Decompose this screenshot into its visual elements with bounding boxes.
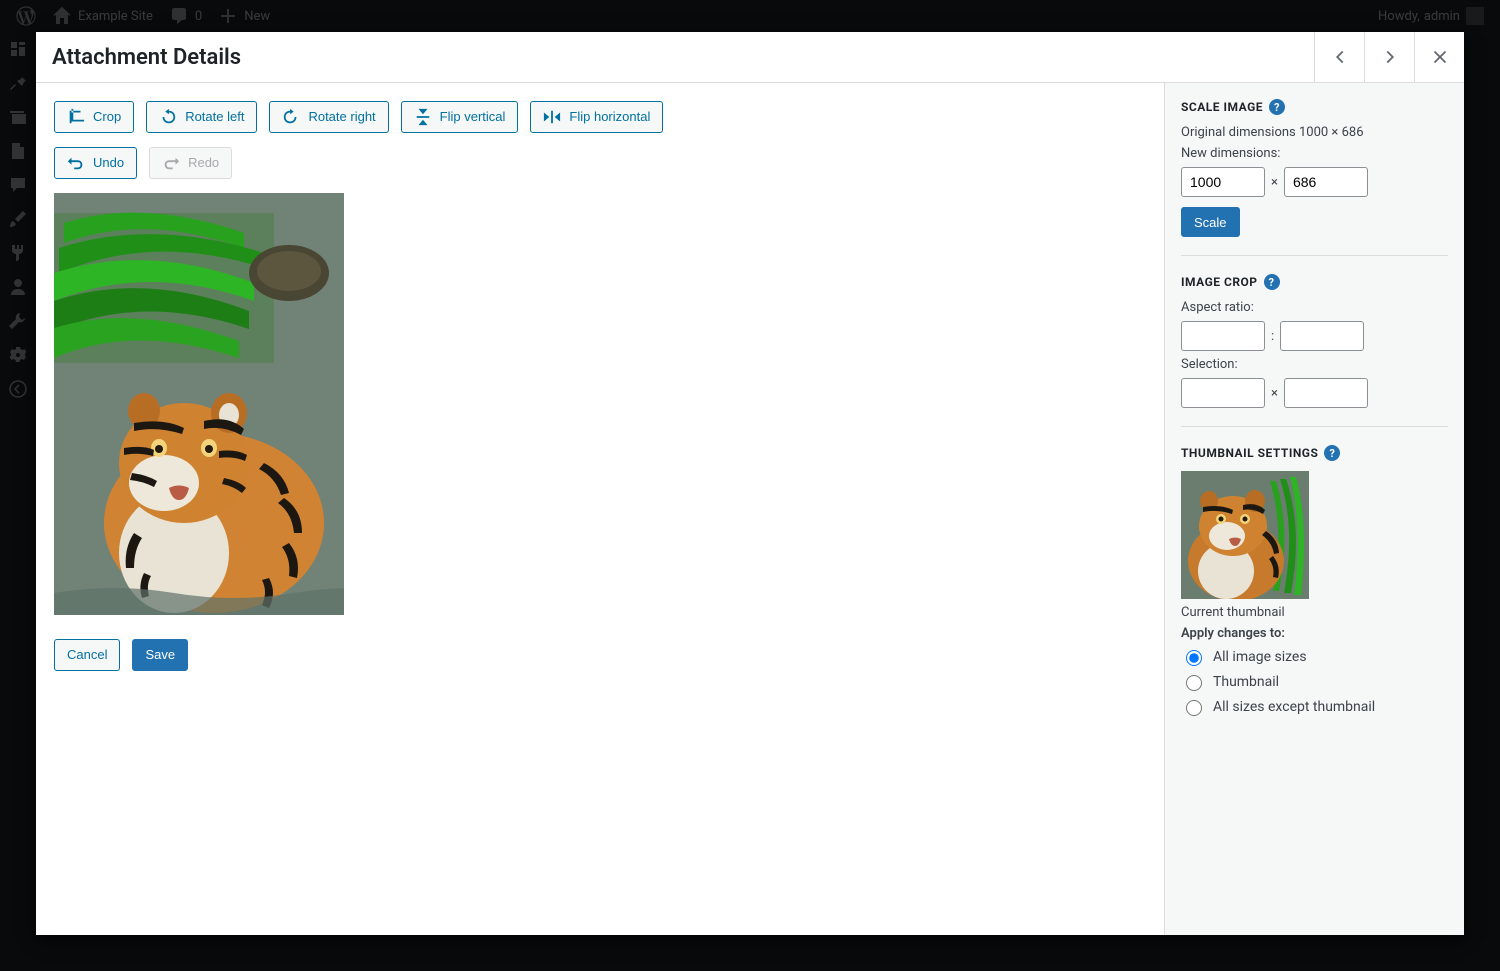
- scale-dimensions-row: ×: [1181, 167, 1448, 197]
- help-icon[interactable]: ?: [1264, 274, 1280, 290]
- radio-except-thumbnail[interactable]: All sizes except thumbnail: [1181, 697, 1448, 716]
- scale-width-input[interactable]: [1181, 167, 1265, 197]
- times-separator: ×: [1271, 175, 1278, 190]
- undo-icon: [67, 154, 85, 172]
- editor-pane: Crop Rotate left Rotate right Flip verti…: [36, 83, 1164, 935]
- scale-height-input[interactable]: [1284, 167, 1368, 197]
- radio-except-label: All sizes except thumbnail: [1213, 699, 1375, 715]
- rotate-right-button[interactable]: Rotate right: [269, 101, 388, 133]
- crop-label: Crop: [93, 102, 121, 132]
- apply-changes-label: Apply changes to:: [1181, 626, 1448, 641]
- thumbnail-heading: Thumbnail Settings ?: [1181, 445, 1448, 461]
- flip-vertical-button[interactable]: Flip vertical: [401, 101, 519, 133]
- scale-button[interactable]: Scale: [1181, 207, 1240, 237]
- save-button[interactable]: Save: [132, 639, 188, 671]
- tiger-image: [54, 193, 344, 615]
- next-button[interactable]: [1364, 32, 1414, 82]
- undo-button[interactable]: Undo: [54, 147, 137, 179]
- selection-separator: ×: [1271, 386, 1278, 401]
- crop-button[interactable]: Crop: [54, 101, 134, 133]
- crop-heading: Image Crop ?: [1181, 274, 1448, 290]
- rotate-left-button[interactable]: Rotate left: [146, 101, 257, 133]
- radio-all-label: All image sizes: [1213, 649, 1307, 665]
- crop-heading-text: Image Crop: [1181, 275, 1258, 289]
- apply-changes-radio-group: All image sizes Thumbnail All sizes exce…: [1181, 647, 1448, 716]
- radio-thumb-label: Thumbnail: [1213, 674, 1279, 690]
- thumbnail-preview: [1181, 471, 1309, 599]
- help-icon[interactable]: ?: [1269, 99, 1285, 115]
- aspect-ratio-row: :: [1181, 321, 1448, 351]
- radio-thumbnail[interactable]: Thumbnail: [1181, 672, 1448, 691]
- rotate-right-icon: [282, 108, 300, 126]
- divider: [1181, 426, 1448, 427]
- current-thumbnail-label: Current thumbnail: [1181, 605, 1448, 620]
- scale-heading-text: Scale Image: [1181, 100, 1263, 114]
- chevron-left-icon: [1329, 46, 1351, 68]
- cancel-label: Cancel: [67, 640, 107, 670]
- modal-title: Attachment Details: [36, 33, 257, 82]
- radio-thumb-input[interactable]: [1186, 675, 1202, 691]
- original-dimensions: Original dimensions 1000 × 686: [1181, 125, 1448, 140]
- radio-all-input[interactable]: [1186, 650, 1202, 666]
- rotate-left-label: Rotate left: [185, 102, 244, 132]
- aspect-height-input[interactable]: [1280, 321, 1364, 351]
- scale-heading: Scale Image ?: [1181, 99, 1448, 115]
- image-canvas[interactable]: [54, 193, 344, 615]
- radio-except-input[interactable]: [1186, 700, 1202, 716]
- flip-vertical-icon: [414, 108, 432, 126]
- flip-horizontal-button[interactable]: Flip horizontal: [530, 101, 663, 133]
- save-label: Save: [145, 640, 175, 670]
- settings-pane: Scale Image ? Original dimensions 1000 ×…: [1164, 83, 1464, 935]
- selection-width-input[interactable]: [1181, 378, 1265, 408]
- flip-vertical-label: Flip vertical: [440, 102, 506, 132]
- close-icon: [1429, 46, 1451, 68]
- radio-all-sizes[interactable]: All image sizes: [1181, 647, 1448, 666]
- modal-header: Attachment Details: [36, 32, 1464, 83]
- thumbnail-heading-text: Thumbnail Settings: [1181, 446, 1318, 460]
- scale-button-label: Scale: [1194, 215, 1227, 230]
- rotate-left-icon: [159, 108, 177, 126]
- selection-height-input[interactable]: [1284, 378, 1368, 408]
- save-row: Cancel Save: [54, 639, 1146, 671]
- close-button[interactable]: [1414, 32, 1464, 82]
- chevron-right-icon: [1379, 46, 1401, 68]
- help-icon[interactable]: ?: [1324, 445, 1340, 461]
- attachment-details-modal: Attachment Details Crop Rotate left: [36, 32, 1464, 935]
- divider: [1181, 255, 1448, 256]
- cancel-button[interactable]: Cancel: [54, 639, 120, 671]
- redo-button: Redo: [149, 147, 232, 179]
- selection-label: Selection:: [1181, 357, 1448, 372]
- crop-icon: [67, 108, 85, 126]
- undo-label: Undo: [93, 148, 124, 178]
- flip-horizontal-icon: [543, 108, 561, 126]
- prev-button[interactable]: [1314, 32, 1364, 82]
- aspect-ratio-label: Aspect ratio:: [1181, 300, 1448, 315]
- flip-horizontal-label: Flip horizontal: [569, 102, 650, 132]
- image-edit-toolbar: Crop Rotate left Rotate right Flip verti…: [54, 101, 1146, 133]
- selection-row: ×: [1181, 378, 1448, 408]
- rotate-right-label: Rotate right: [308, 102, 375, 132]
- undo-redo-toolbar: Undo Redo: [54, 147, 1146, 179]
- tiger-thumbnail: [1181, 471, 1309, 599]
- new-dimensions-label: New dimensions:: [1181, 146, 1448, 161]
- redo-icon: [162, 154, 180, 172]
- redo-label: Redo: [188, 148, 219, 178]
- aspect-separator: :: [1271, 329, 1274, 344]
- aspect-width-input[interactable]: [1181, 321, 1265, 351]
